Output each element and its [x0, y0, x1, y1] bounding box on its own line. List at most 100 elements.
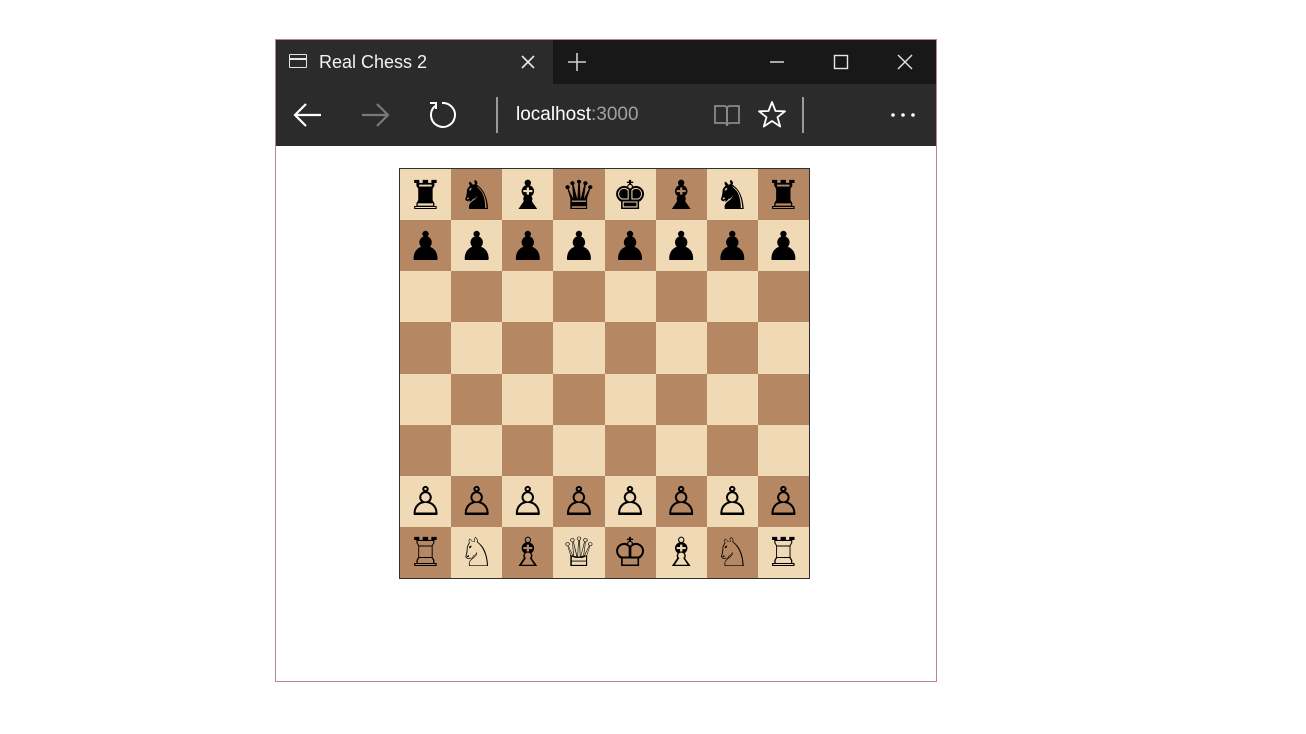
board-square-b5[interactable]	[451, 322, 503, 374]
board-square-a5[interactable]	[400, 322, 452, 374]
chess-piece[interactable]: ♟	[663, 227, 699, 267]
chess-piece[interactable]: ♙	[510, 482, 546, 522]
chess-piece[interactable]: ♘	[714, 533, 750, 573]
board-square-g7[interactable]: ♟	[706, 220, 758, 272]
reading-view-book-icon[interactable]	[710, 98, 744, 132]
chess-piece[interactable]: ♙	[663, 482, 699, 522]
board-square-b8[interactable]: ♞	[451, 169, 503, 221]
favorite-star-icon[interactable]	[755, 98, 789, 132]
board-square-e1[interactable]: ♔	[604, 526, 656, 578]
board-square-h8[interactable]: ♜	[757, 169, 809, 221]
board-square-e7[interactable]: ♟	[604, 220, 656, 272]
board-square-f5[interactable]	[655, 322, 707, 374]
maximize-icon[interactable]	[829, 50, 853, 74]
chess-piece[interactable]: ♙	[612, 482, 648, 522]
close-window-icon[interactable]	[893, 50, 917, 74]
board-square-d8[interactable]: ♛	[553, 169, 605, 221]
board-square-g6[interactable]	[706, 271, 758, 323]
board-square-c6[interactable]	[502, 271, 554, 323]
chess-piece[interactable]: ♟	[766, 227, 802, 267]
chess-piece[interactable]: ♘	[459, 533, 495, 573]
minimize-icon[interactable]	[765, 50, 789, 74]
board-square-g8[interactable]: ♞	[706, 169, 758, 221]
board-square-d5[interactable]	[553, 322, 605, 374]
board-square-b7[interactable]: ♟	[451, 220, 503, 272]
chess-piece[interactable]: ♖	[766, 533, 802, 573]
board-square-c7[interactable]: ♟	[502, 220, 554, 272]
board-square-b6[interactable]	[451, 271, 503, 323]
forward-arrow-icon[interactable]	[358, 98, 392, 132]
chess-piece[interactable]: ♚	[612, 176, 648, 216]
chess-piece[interactable]: ♙	[766, 482, 802, 522]
board-square-b1[interactable]: ♘	[451, 526, 503, 578]
more-icon[interactable]	[886, 98, 920, 132]
chess-piece[interactable]: ♙	[408, 482, 444, 522]
chess-piece[interactable]: ♙	[459, 482, 495, 522]
board-square-a4[interactable]	[400, 373, 452, 425]
chess-piece[interactable]: ♟	[408, 227, 444, 267]
board-square-d4[interactable]	[553, 373, 605, 425]
board-square-c8[interactable]: ♝	[502, 169, 554, 221]
board-square-a8[interactable]: ♜	[400, 169, 452, 221]
board-square-b3[interactable]	[451, 424, 503, 476]
board-square-h1[interactable]: ♖	[757, 526, 809, 578]
board-square-e3[interactable]	[604, 424, 656, 476]
chess-piece[interactable]: ♞	[714, 176, 750, 216]
board-square-h2[interactable]: ♙	[757, 475, 809, 527]
board-square-h3[interactable]	[757, 424, 809, 476]
chess-piece[interactable]: ♜	[766, 176, 802, 216]
refresh-icon[interactable]	[425, 98, 459, 132]
board-square-a6[interactable]	[400, 271, 452, 323]
board-square-f7[interactable]: ♟	[655, 220, 707, 272]
board-square-g2[interactable]: ♙	[706, 475, 758, 527]
chess-piece[interactable]: ♞	[459, 176, 495, 216]
board-square-c4[interactable]	[502, 373, 554, 425]
chess-piece[interactable]: ♝	[510, 176, 546, 216]
board-square-c1[interactable]: ♗	[502, 526, 554, 578]
browser-tab[interactable]: Real Chess 2	[276, 40, 553, 84]
board-square-f4[interactable]	[655, 373, 707, 425]
board-square-h7[interactable]: ♟	[757, 220, 809, 272]
board-square-a7[interactable]: ♟	[400, 220, 452, 272]
board-square-g3[interactable]	[706, 424, 758, 476]
board-square-g5[interactable]	[706, 322, 758, 374]
board-square-b4[interactable]	[451, 373, 503, 425]
board-square-d2[interactable]: ♙	[553, 475, 605, 527]
address-bar[interactable]: localhost:3000	[516, 104, 639, 126]
board-square-b2[interactable]: ♙	[451, 475, 503, 527]
board-square-e2[interactable]: ♙	[604, 475, 656, 527]
chess-piece[interactable]: ♕	[561, 533, 597, 573]
board-square-f3[interactable]	[655, 424, 707, 476]
chess-piece[interactable]: ♗	[510, 533, 546, 573]
board-square-c5[interactable]	[502, 322, 554, 374]
chess-piece[interactable]: ♛	[561, 176, 597, 216]
board-square-e8[interactable]: ♚	[604, 169, 656, 221]
chess-piece[interactable]: ♔	[612, 533, 648, 573]
chess-piece[interactable]: ♙	[714, 482, 750, 522]
tab-close-icon[interactable]	[518, 52, 538, 72]
board-square-a2[interactable]: ♙	[400, 475, 452, 527]
board-square-d6[interactable]	[553, 271, 605, 323]
chess-piece[interactable]: ♟	[459, 227, 495, 267]
board-square-h4[interactable]	[757, 373, 809, 425]
board-square-g1[interactable]: ♘	[706, 526, 758, 578]
chess-piece[interactable]: ♗	[663, 533, 699, 573]
chess-piece[interactable]: ♖	[408, 533, 444, 573]
board-square-e4[interactable]	[604, 373, 656, 425]
chess-piece[interactable]: ♙	[561, 482, 597, 522]
board-square-e5[interactable]	[604, 322, 656, 374]
board-square-d1[interactable]: ♕	[553, 526, 605, 578]
board-square-f2[interactable]: ♙	[655, 475, 707, 527]
chess-piece[interactable]: ♟	[510, 227, 546, 267]
chess-piece[interactable]: ♜	[408, 176, 444, 216]
board-square-d3[interactable]	[553, 424, 605, 476]
board-square-a3[interactable]	[400, 424, 452, 476]
board-square-f8[interactable]: ♝	[655, 169, 707, 221]
new-tab-plus-icon[interactable]	[565, 50, 589, 74]
chess-piece[interactable]: ♟	[714, 227, 750, 267]
board-square-g4[interactable]	[706, 373, 758, 425]
board-square-d7[interactable]: ♟	[553, 220, 605, 272]
board-square-e6[interactable]	[604, 271, 656, 323]
board-square-f1[interactable]: ♗	[655, 526, 707, 578]
board-square-a1[interactable]: ♖	[400, 526, 452, 578]
